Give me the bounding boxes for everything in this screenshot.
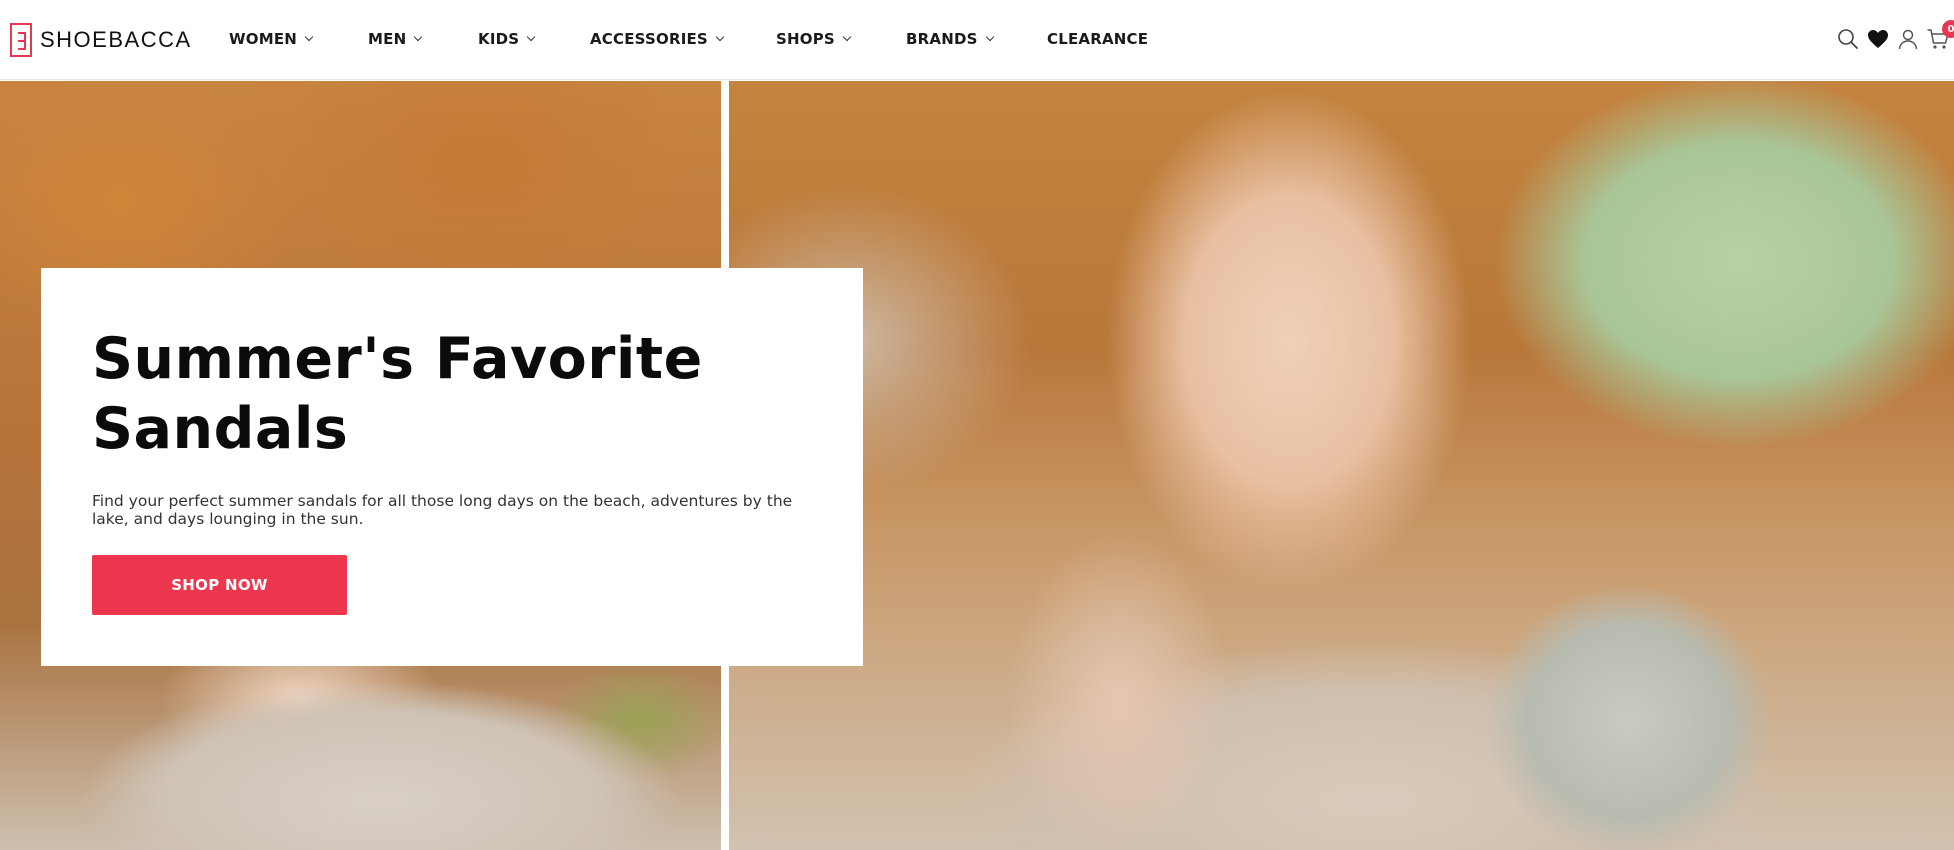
hero-banner: Summer's Favorite Sandals Find your perf… [0,81,1954,850]
cart-count-badge: 0 [1942,20,1954,38]
shoebacca-logo[interactable]: SHOEBACCA [10,22,192,58]
nav-item-kids[interactable]: KIDS [478,30,536,48]
site-header: SHOEBACCA WOMEN MEN KIDS ACCESSORIES SHO… [0,0,1954,80]
nav-label: CLEARANCE [1047,30,1149,48]
nav-item-accessories[interactable]: ACCESSORIES [590,30,725,48]
logo-mark-icon [10,23,32,57]
shop-now-button[interactable]: SHOP NOW [92,555,347,615]
nav-item-shops[interactable]: SHOPS [776,30,852,48]
chevron-down-icon [304,32,314,42]
hero-title: Summer's Favorite Sandals [92,326,703,462]
hero-promo-card: Summer's Favorite Sandals Find your perf… [41,268,863,666]
nav-label: MEN [368,30,407,48]
logo-wordmark: SHOEBACCA [40,27,192,52]
chevron-down-icon [414,32,423,42]
chevron-down-icon [842,32,852,42]
hero-description: Find your perfect summer sandals for all… [92,492,793,528]
nav-label: BRANDS [906,30,978,48]
nav-label: ACCESSORIES [590,30,708,48]
nav-label: KIDS [478,30,520,48]
chevron-down-icon [715,32,725,42]
nav-item-women[interactable]: WOMEN [229,30,314,48]
chevron-down-icon [527,32,536,42]
search-icon[interactable] [1836,27,1860,51]
cart-icon[interactable]: 0 [1926,20,1954,51]
nav-label: WOMEN [229,30,298,48]
chevron-down-icon [985,32,994,42]
hero-image-right [729,81,1954,850]
nav-item-brands[interactable]: BRANDS [906,30,994,48]
user-icon[interactable] [1896,27,1920,51]
nav-item-clearance[interactable]: CLEARANCE [1047,30,1148,48]
heart-icon[interactable] [1866,27,1890,51]
nav-item-men[interactable]: MEN [368,30,423,48]
nav-label: SHOPS [776,30,835,48]
header-actions: 0 [1794,0,1954,80]
